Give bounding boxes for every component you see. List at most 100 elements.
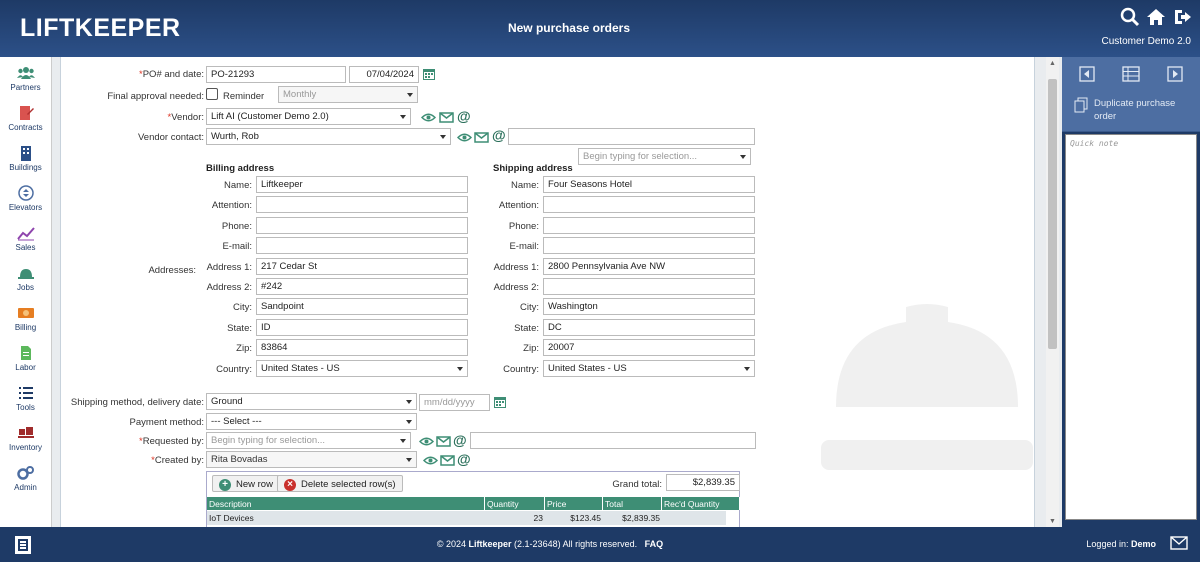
shipping-address2-label: Address 2: bbox=[493, 282, 539, 293]
vendor-contact-label: Vendor contact: bbox=[137, 132, 204, 143]
po-number-input[interactable]: PO-21293 bbox=[206, 66, 346, 83]
page-title: New purchase orders bbox=[507, 21, 631, 35]
final-approval-checkbox[interactable] bbox=[206, 88, 218, 100]
nav-item-contracts[interactable]: Contracts bbox=[0, 97, 51, 137]
billing-attention-label: Attention: bbox=[211, 200, 252, 212]
nav-item-tools[interactable]: Tools bbox=[0, 377, 51, 417]
column-header-recd-quantity[interactable]: Rec'd Quantity bbox=[662, 497, 740, 510]
shipping-name-input[interactable]: Four Seasons Hotel bbox=[543, 176, 755, 193]
nav-item-labor[interactable]: Labor bbox=[0, 337, 51, 377]
envelope-icon[interactable] bbox=[474, 131, 489, 144]
nav-item-sales[interactable]: Sales bbox=[0, 217, 51, 257]
scrollbar-thumb[interactable] bbox=[1048, 79, 1057, 349]
shipping-zip-input[interactable]: 20007 bbox=[543, 339, 755, 357]
billing-name-input[interactable]: Liftkeeper bbox=[256, 176, 468, 193]
at-email-icon[interactable]: @ bbox=[492, 127, 506, 143]
list-view-icon[interactable] bbox=[1122, 65, 1140, 83]
new-row-button[interactable]: + New row bbox=[212, 475, 280, 492]
cc-contact-select[interactable]: Begin typing for selection... bbox=[578, 148, 751, 165]
admin-icon bbox=[16, 465, 35, 481]
view-eye-icon[interactable] bbox=[423, 454, 438, 467]
scroll-down-icon[interactable]: ▼ bbox=[1049, 518, 1056, 525]
delete-rows-button[interactable]: × Delete selected row(s) bbox=[277, 475, 403, 492]
billing-zip-label: Zip: bbox=[236, 343, 252, 355]
billing-state-label: State: bbox=[227, 322, 252, 334]
calendar-icon[interactable] bbox=[422, 68, 437, 81]
nav-item-buildings[interactable]: Buildings bbox=[0, 137, 51, 177]
billing-email-input[interactable] bbox=[256, 237, 468, 255]
shipping-city-input[interactable]: Washington bbox=[543, 298, 755, 316]
labor-icon bbox=[17, 345, 35, 361]
row-total[interactable]: $2,839.35 bbox=[603, 511, 662, 525]
created-by-select[interactable]: Rita Bovadas bbox=[206, 451, 417, 468]
delivery-date-input[interactable]: mm/dd/yyyy bbox=[419, 394, 490, 411]
at-email-icon[interactable]: @ bbox=[457, 451, 471, 467]
duplicate-order-button[interactable]: Duplicate purchase order bbox=[1062, 83, 1200, 123]
view-eye-icon[interactable] bbox=[421, 111, 436, 124]
envelope-icon[interactable] bbox=[436, 435, 451, 448]
right-panel: Duplicate purchase order Quick note bbox=[1062, 57, 1200, 527]
at-email-icon[interactable]: @ bbox=[453, 432, 467, 448]
billing-zip-input[interactable]: 83864 bbox=[256, 339, 468, 357]
at-email-icon[interactable]: @ bbox=[457, 108, 471, 124]
envelope-icon[interactable] bbox=[440, 454, 455, 467]
billing-address1-input[interactable]: 217 Cedar St bbox=[256, 257, 468, 275]
shipping-state-input[interactable]: DC bbox=[543, 318, 755, 336]
shipping-method-select[interactable]: Ground bbox=[206, 393, 417, 410]
shipping-address2-input[interactable] bbox=[543, 278, 755, 295]
shipping-address1-input[interactable]: 2800 Pennsylvania Ave NW bbox=[543, 257, 755, 275]
shipping-country-input[interactable]: United States - US bbox=[543, 359, 755, 377]
vendor-select[interactable]: Lift AI (Customer Demo 2.0) bbox=[206, 108, 411, 125]
nav-item-inventory[interactable]: Inventory bbox=[0, 417, 51, 457]
shipping-address-heading: Shipping address bbox=[493, 163, 573, 174]
payment-method-select[interactable]: --- Select --- bbox=[206, 413, 417, 430]
scroll-up-icon[interactable]: ▲ bbox=[1049, 60, 1056, 67]
nav-item-elevators[interactable]: Elevators bbox=[0, 177, 51, 217]
nav-item-billing[interactable]: Billing bbox=[0, 297, 51, 337]
billing-state-input[interactable]: ID bbox=[256, 318, 468, 336]
column-header-quantity[interactable]: Quantity bbox=[485, 497, 545, 510]
home-icon[interactable] bbox=[1146, 7, 1166, 27]
column-header-total[interactable]: Total bbox=[603, 497, 662, 510]
search-icon[interactable] bbox=[1120, 7, 1140, 27]
reminder-frequency-select[interactable]: Monthly bbox=[278, 86, 418, 103]
partners-icon bbox=[16, 65, 35, 81]
row-recd-quantity[interactable] bbox=[662, 511, 726, 525]
nav-item-jobs[interactable]: Jobs bbox=[0, 257, 51, 297]
requested-by-select[interactable]: Begin typing for selection... bbox=[206, 432, 411, 449]
billing-phone-input[interactable] bbox=[256, 216, 468, 234]
billing-city-input[interactable]: Sandpoint bbox=[256, 298, 468, 316]
vendor-contact-select[interactable]: Wurth, Rob bbox=[206, 128, 451, 145]
view-eye-icon[interactable] bbox=[419, 435, 434, 448]
form-scrollbar[interactable]: ▲ ▼ bbox=[1046, 57, 1059, 527]
shipping-attention-input[interactable] bbox=[543, 196, 755, 214]
view-eye-icon[interactable] bbox=[457, 131, 472, 144]
shipping-address1-label: Address 1: bbox=[493, 261, 539, 273]
billing-address2-input[interactable]: #242 bbox=[256, 278, 468, 295]
envelope-icon[interactable] bbox=[439, 111, 454, 124]
quick-note-textarea[interactable]: Quick note bbox=[1065, 134, 1197, 520]
vendor-contact-email-input[interactable] bbox=[508, 128, 755, 145]
nav-item-partners[interactable]: Partners bbox=[0, 57, 51, 97]
logged-in-user[interactable]: Demo bbox=[1131, 539, 1156, 549]
shipping-email-input[interactable] bbox=[543, 237, 755, 255]
row-price[interactable]: $123.45 bbox=[545, 511, 603, 525]
po-date-input[interactable]: 07/04/2024 bbox=[349, 66, 419, 83]
requested-by-email-input[interactable] bbox=[470, 432, 756, 449]
mail-icon[interactable] bbox=[1170, 536, 1188, 550]
previous-record-icon[interactable] bbox=[1078, 65, 1096, 83]
column-header-price[interactable]: Price bbox=[545, 497, 603, 510]
logout-icon[interactable] bbox=[1172, 7, 1192, 27]
faq-link[interactable]: FAQ bbox=[645, 539, 664, 549]
calendar-icon[interactable] bbox=[493, 396, 508, 409]
nav-item-admin[interactable]: Admin bbox=[0, 457, 51, 497]
shipping-phone-input[interactable] bbox=[543, 216, 755, 234]
shipping-country-label: Country: bbox=[503, 363, 539, 375]
next-record-icon[interactable] bbox=[1166, 65, 1184, 83]
billing-country-input[interactable]: United States - US bbox=[256, 359, 468, 377]
billing-attention-input[interactable] bbox=[256, 196, 468, 214]
grand-total-label: Grand total: bbox=[612, 479, 662, 490]
row-description[interactable]: IoT Devices bbox=[207, 511, 485, 525]
column-header-description[interactable]: Description bbox=[207, 497, 485, 510]
row-quantity[interactable]: 23 bbox=[485, 511, 545, 525]
